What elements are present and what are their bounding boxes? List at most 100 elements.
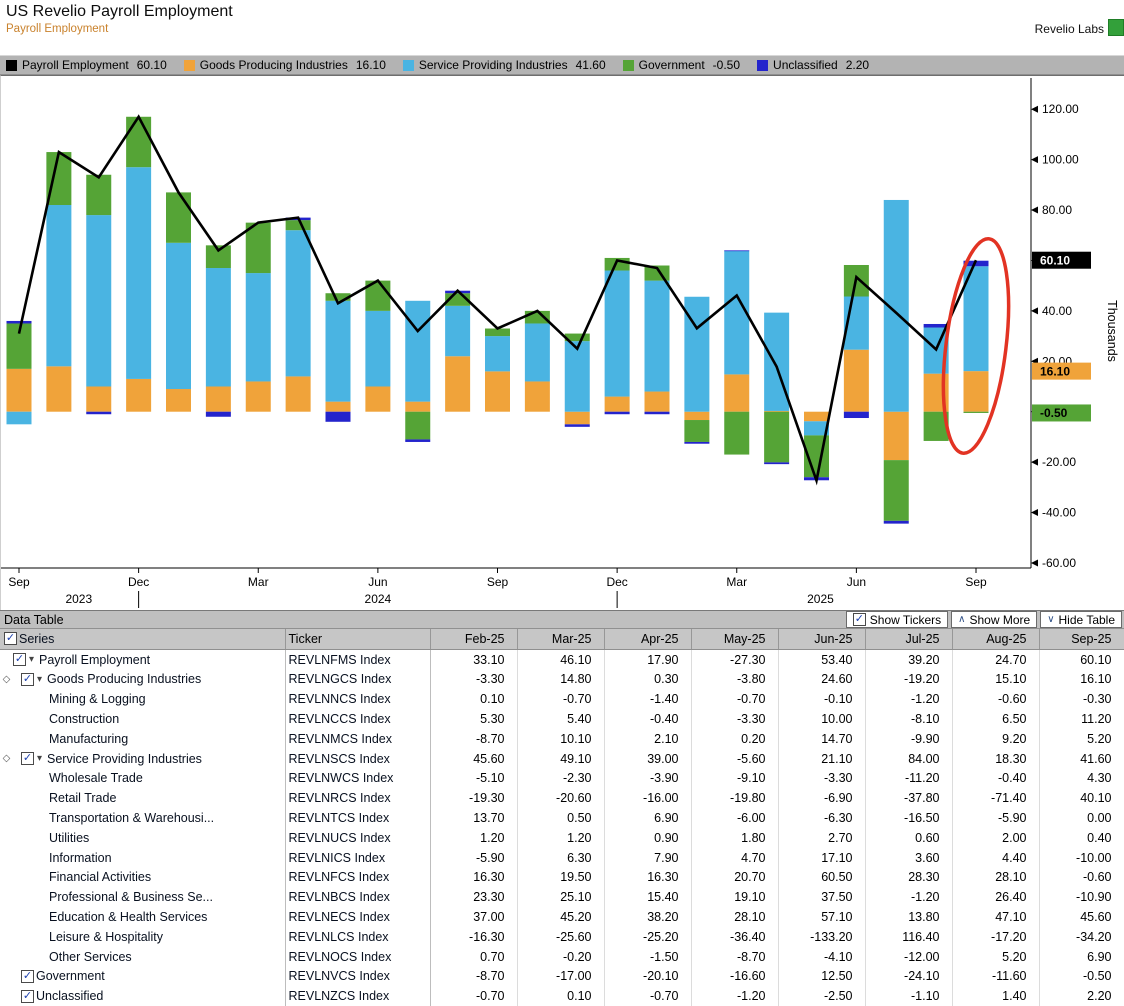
legend-item[interactable]: Unclassified2.20 bbox=[757, 58, 869, 72]
ticker-cell: REVLNLCS Index bbox=[285, 927, 430, 947]
table-row[interactable]: Transportation & Warehousi...REVLNTCS In… bbox=[0, 808, 1124, 828]
row-checkbox[interactable]: ✓ bbox=[21, 752, 34, 765]
legend-label: Service Providing Industries bbox=[419, 58, 568, 72]
y-axis-tick-label: 40.00 bbox=[1042, 304, 1072, 318]
y-tick-icon bbox=[1031, 207, 1038, 214]
column-header: Ticker bbox=[285, 629, 430, 649]
value-cell: 2.10 bbox=[604, 729, 691, 749]
bar-segment bbox=[166, 192, 191, 242]
table-row[interactable]: ◇✓▾Service Providing IndustriesREVLNSCS … bbox=[0, 749, 1124, 769]
value-cell: 5.20 bbox=[952, 947, 1039, 967]
show-tickers-toggle[interactable]: ✓ Show Tickers bbox=[846, 611, 948, 628]
diamond-marker-icon: ◇ bbox=[0, 753, 13, 764]
value-cell: -8.70 bbox=[430, 967, 517, 987]
value-cell: -71.40 bbox=[952, 788, 1039, 808]
select-all-checkbox[interactable]: ✓ bbox=[4, 632, 17, 645]
y-axis-tick-label: -20.00 bbox=[1042, 455, 1076, 469]
table-row[interactable]: InformationREVLNICS Index-5.906.307.904.… bbox=[0, 848, 1124, 868]
value-cell: 49.10 bbox=[517, 749, 604, 769]
value-cell: 4.70 bbox=[691, 848, 778, 868]
legend-item[interactable]: Goods Producing Industries16.10 bbox=[184, 58, 386, 72]
ticker-cell: REVLNRCS Index bbox=[285, 788, 430, 808]
show-tickers-checkbox[interactable]: ✓ bbox=[853, 613, 866, 626]
row-checkbox[interactable]: ✓ bbox=[21, 990, 34, 1003]
value-cell: 0.10 bbox=[517, 986, 604, 1006]
table-row[interactable]: ✓UnclassifiedREVLNZCS Index-0.700.10-0.7… bbox=[0, 986, 1124, 1006]
table-row[interactable]: ◇✓▾Goods Producing IndustriesREVLNGCS In… bbox=[0, 670, 1124, 690]
last-value-badge-label: 60.10 bbox=[1040, 253, 1070, 267]
table-row[interactable]: ✓GovernmentREVLNVCS Index-8.70-17.00-20.… bbox=[0, 967, 1124, 987]
table-row[interactable]: Leisure & HospitalityREVLNLCS Index-16.3… bbox=[0, 927, 1124, 947]
expand-arrow-icon[interactable]: ▾ bbox=[34, 674, 45, 685]
bar-segment bbox=[246, 381, 271, 411]
value-cell: -1.40 bbox=[604, 689, 691, 709]
table-row[interactable]: Other ServicesREVLNOCS Index0.70-0.20-1.… bbox=[0, 947, 1124, 967]
bar-segment bbox=[764, 412, 789, 463]
table-row[interactable]: ManufacturingREVLNMCS Index-8.7010.102.1… bbox=[0, 729, 1124, 749]
bar-segment bbox=[764, 313, 789, 411]
ticker-cell: REVLNNCS Index bbox=[285, 689, 430, 709]
value-cell: 84.00 bbox=[865, 749, 952, 769]
value-cell: 19.10 bbox=[691, 887, 778, 907]
table-row[interactable]: Wholesale TradeREVLNWCS Index-5.10-2.30-… bbox=[0, 769, 1124, 789]
value-cell: 40.10 bbox=[1039, 788, 1124, 808]
value-cell: -5.10 bbox=[430, 769, 517, 789]
expand-arrow-icon[interactable]: ▾ bbox=[34, 753, 45, 764]
page-title: US Revelio Payroll Employment bbox=[6, 3, 1116, 21]
value-cell: 41.60 bbox=[1039, 749, 1124, 769]
bar-segment bbox=[286, 230, 311, 376]
value-cell: -5.90 bbox=[952, 808, 1039, 828]
row-checkbox[interactable]: ✓ bbox=[13, 653, 26, 666]
table-row[interactable]: Mining & LoggingREVLNNCS Index0.10-0.70-… bbox=[0, 689, 1124, 709]
value-cell: 15.10 bbox=[952, 670, 1039, 690]
table-row[interactable]: Professional & Business Se...REVLNBCS In… bbox=[0, 887, 1124, 907]
table-row[interactable]: Retail TradeREVLNRCS Index-19.30-20.60-1… bbox=[0, 788, 1124, 808]
value-cell: -0.70 bbox=[430, 986, 517, 1006]
row-checkbox[interactable]: ✓ bbox=[21, 970, 34, 983]
value-cell: -12.00 bbox=[865, 947, 952, 967]
column-header: Sep-25 bbox=[1039, 629, 1124, 649]
column-header: Jul-25 bbox=[865, 629, 952, 649]
series-name-cell: Utilities bbox=[0, 828, 285, 848]
value-cell: 46.10 bbox=[517, 649, 604, 669]
value-cell: -6.30 bbox=[778, 808, 865, 828]
value-cell: -16.60 bbox=[691, 967, 778, 987]
brand-logo-icon bbox=[1108, 19, 1124, 36]
row-checkbox[interactable]: ✓ bbox=[21, 673, 34, 686]
legend-item[interactable]: Service Providing Industries41.60 bbox=[403, 58, 606, 72]
bar-segment bbox=[86, 175, 111, 215]
table-row[interactable]: ConstructionREVLNCCS Index5.305.40-0.40-… bbox=[0, 709, 1124, 729]
value-cell: -5.60 bbox=[691, 749, 778, 769]
value-cell: -3.90 bbox=[604, 769, 691, 789]
table-row[interactable]: Financial ActivitiesREVLNFCS Index16.301… bbox=[0, 868, 1124, 888]
series-name-cell: Mining & Logging bbox=[0, 689, 285, 709]
value-cell: 37.00 bbox=[430, 907, 517, 927]
value-cell: 6.90 bbox=[604, 808, 691, 828]
bar-segment bbox=[764, 411, 789, 412]
value-cell: -0.70 bbox=[604, 986, 691, 1006]
value-cell: -0.40 bbox=[952, 769, 1039, 789]
value-cell: -16.00 bbox=[604, 788, 691, 808]
legend-item[interactable]: Government-0.50 bbox=[623, 58, 740, 72]
table-row[interactable]: ✓▾Payroll EmploymentREVLNFMS Index33.104… bbox=[0, 649, 1124, 669]
y-tick-icon bbox=[1031, 509, 1038, 516]
show-more-button[interactable]: ∧ Show More bbox=[951, 611, 1037, 628]
hide-table-button[interactable]: ∨ Hide Table bbox=[1040, 611, 1122, 628]
expand-arrow-icon[interactable]: ▾ bbox=[26, 654, 37, 665]
bar-segment bbox=[206, 268, 231, 386]
bar-segment bbox=[565, 412, 590, 425]
legend-item[interactable]: Payroll Employment60.10 bbox=[6, 58, 167, 72]
bar-segment bbox=[724, 412, 749, 455]
value-cell: 16.30 bbox=[604, 868, 691, 888]
legend-value: -0.50 bbox=[713, 58, 740, 72]
value-cell: 6.50 bbox=[952, 709, 1039, 729]
data-table: ✓SeriesTickerFeb-25Mar-25Apr-25May-25Jun… bbox=[0, 629, 1124, 1006]
series-name-cell: Other Services bbox=[0, 947, 285, 967]
value-cell: -133.20 bbox=[778, 927, 865, 947]
bar-segment bbox=[525, 311, 550, 324]
table-row[interactable]: Education & Health ServicesREVLNECS Inde… bbox=[0, 907, 1124, 927]
bar-segment bbox=[645, 281, 670, 392]
value-cell: 6.30 bbox=[517, 848, 604, 868]
series-name-cell: Financial Activities bbox=[0, 868, 285, 888]
table-row[interactable]: UtilitiesREVLNUCS Index1.201.200.901.802… bbox=[0, 828, 1124, 848]
